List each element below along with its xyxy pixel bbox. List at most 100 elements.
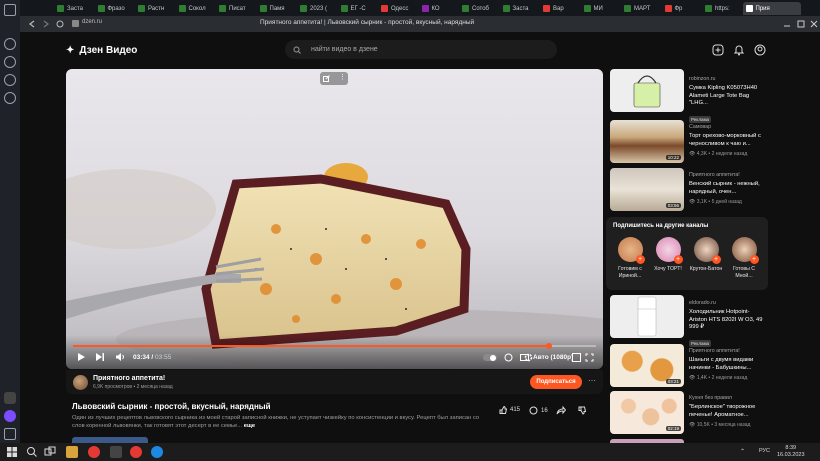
language-indicator[interactable]: РУС [759,448,770,454]
bookmark-icon[interactable] [4,56,16,68]
rec-title[interactable]: Холодильник Hotpoint-Ariston HTS 8202I W… [689,309,767,332]
dzen-logo[interactable]: ✦ Дзен Видео [66,45,137,56]
rec-title[interactable]: "Берлинское" творожное печенье! Ароматно… [689,404,767,419]
browser-tab[interactable]: Одесс [378,2,416,15]
close-icon[interactable] [810,20,818,28]
browser-tab[interactable]: МИ [581,2,619,15]
rec-thumb[interactable] [610,69,684,112]
browser-tab[interactable]: ЕГ -С [338,2,376,15]
suggested-channel-name[interactable]: Готовим с Ириной... [612,266,648,279]
suggested-channel-avatar[interactable]: + [731,237,759,264]
suggested-channel-avatar[interactable]: + [617,237,645,264]
yandex-browser-icon[interactable] [88,446,100,458]
suggested-channel-name[interactable]: Готовы С Мной... [726,266,762,279]
suggested-channel[interactable]: + Готовим с Ириной... [612,237,648,279]
clock[interactable]: 8:39 16.03.2023 [777,445,805,459]
url-field[interactable]: dzen.ru [82,19,102,25]
profile-icon[interactable] [754,44,766,56]
rec-thumb[interactable]: 03:21 [610,344,684,387]
next-icon[interactable] [95,352,105,362]
rec-title[interactable]: Шаньги с двумя видами начинки - Бабушкин… [689,357,767,372]
rec-title[interactable]: Венский сырник - нежный, нарядный, очен.… [689,181,767,196]
rec-source[interactable]: Приятного аппетита! [689,348,767,354]
search-input[interactable]: найти видео в дзене [285,40,557,59]
follow-plus-icon[interactable]: + [635,255,645,264]
browser-tab[interactable]: Сотоб [459,2,497,15]
windows-start-icon[interactable] [6,446,18,458]
browser-tab[interactable]: КО [419,2,457,15]
fullscreen-icon[interactable] [585,353,594,362]
browser-tab[interactable]: Прия [742,2,801,15]
rec-source[interactable]: Самовар [689,124,767,130]
progress-bar[interactable] [73,343,596,349]
follow-plus-icon[interactable]: + [711,255,721,264]
browser-tab[interactable]: Памя [257,2,295,15]
follow-plus-icon[interactable]: + [673,255,683,264]
maximize-icon[interactable] [797,20,805,28]
pip-icon[interactable] [572,353,581,362]
rec-title[interactable]: Торт орехово-морковный с черносливом к ч… [689,133,767,148]
rec-card[interactable]: robinzon.ru Сумка Kipling K05073H40 Alam… [608,69,768,123]
suggested-channel[interactable]: + Готовы С Мной... [726,237,762,279]
share-arrow-icon[interactable] [556,406,566,415]
yandex-app-icon[interactable] [130,446,142,458]
rec-thumb[interactable]: 10:22 [610,120,684,163]
forward-icon[interactable] [42,20,50,28]
browser-tab[interactable]: Сокол [176,2,214,15]
autoplay-toggle[interactable] [483,354,497,361]
play-icon[interactable] [76,352,86,362]
tabs-icon[interactable] [4,4,16,16]
rec-card[interactable]: eldorado.ru Холодильник Hotpoint-Ariston… [608,295,768,347]
rec-source[interactable]: robinzon.ru [689,76,767,82]
share-icon[interactable] [323,75,330,82]
alice-icon[interactable] [4,410,16,422]
description-more-link[interactable]: еще [244,423,255,429]
tray-chevron-icon[interactable]: ⌃ [740,448,745,455]
browser-tab[interactable]: Писат [216,2,254,15]
browser-tab[interactable]: Заста [54,2,92,15]
rec-thumb[interactable] [610,295,684,338]
back-icon[interactable] [28,20,36,28]
browser-tab[interactable]: МАРТ [621,2,659,15]
rec-card[interactable]: 03:21 Приятного аппетита! Шаньги с двумя… [608,344,768,391]
panel-settings-icon[interactable] [4,428,16,440]
messenger-icon[interactable] [4,92,16,104]
progress-handle[interactable] [545,343,552,349]
rec-card[interactable]: 10:22 Самовар Торт орехово-морковный с ч… [608,120,768,167]
edge-icon[interactable] [151,446,163,458]
settings-app-icon[interactable] [110,446,122,458]
add-content-icon[interactable] [712,44,724,56]
rec-card[interactable]: 03:56 Приятного аппетита! Венский сырник… [608,168,768,215]
follow-plus-icon[interactable]: + [749,255,759,264]
add-panel-icon[interactable] [4,392,16,404]
browser-tab[interactable]: Вар [540,2,578,15]
browser-tab[interactable]: Растн [135,2,173,15]
browser-tab[interactable]: Фр [662,2,700,15]
rec-thumb[interactable]: 02:19 [610,391,684,434]
taskbar-search-icon[interactable] [26,446,38,458]
comments-button[interactable]: 16 [529,406,548,415]
video-player[interactable]: ⋮ 03:34 / 03:55 Авто (1080p) [66,69,603,369]
suggested-channel-name[interactable]: Крутон-Батон [688,266,724,273]
browser-tab[interactable]: Заста [500,2,538,15]
suggested-channel-avatar[interactable]: + [693,237,721,264]
task-view-icon[interactable] [44,446,56,458]
suggested-channel-avatar[interactable]: + [655,237,683,264]
rec-thumb[interactable]: 03:56 [610,168,684,211]
like-button[interactable]: 415 [499,406,520,414]
volume-icon[interactable] [115,352,126,362]
suggested-channel[interactable]: + Хочу ТОРТ! [650,237,686,273]
quality-label[interactable]: Авто (1080p) [533,354,573,361]
channel-more-icon[interactable]: ⋯ [588,376,596,385]
subscribe-button[interactable]: Подписаться [530,375,582,389]
channel-avatar[interactable] [73,375,88,390]
browser-tab[interactable]: https: [702,2,740,15]
suggested-channel-name[interactable]: Хочу ТОРТ! [650,266,686,273]
rec-source[interactable]: Кухня без правил [689,395,767,401]
thumb-down-icon[interactable] [578,406,587,415]
file-explorer-icon[interactable] [66,446,78,458]
minimize-icon[interactable] [783,20,791,28]
browser-tab[interactable]: 2023 ( [297,2,335,15]
history-icon[interactable] [4,38,16,50]
reload-icon[interactable] [56,20,64,28]
